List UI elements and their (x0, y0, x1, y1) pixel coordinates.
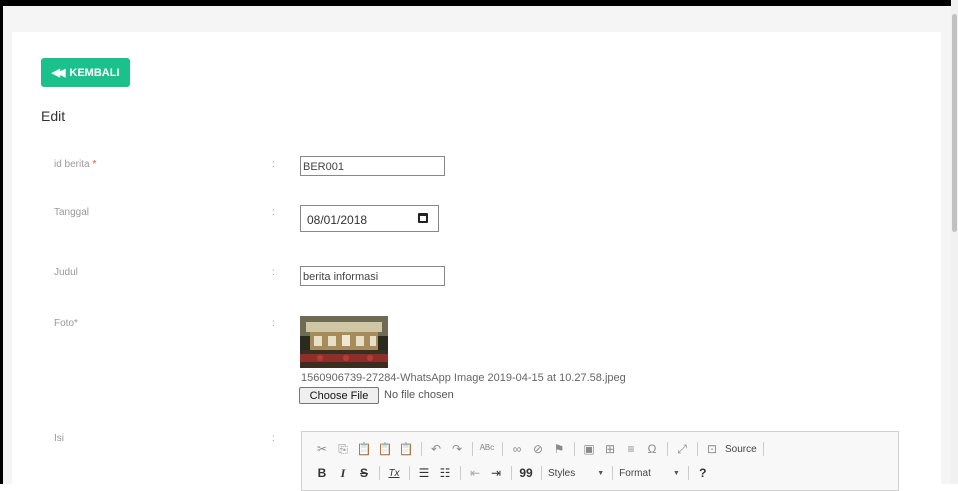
link-icon[interactable]: ∞ (509, 442, 525, 456)
bulleted-list-icon[interactable]: ☷ (437, 466, 453, 480)
source-icon: ⊡ (706, 442, 718, 456)
strikethrough-button[interactable]: S (356, 466, 372, 480)
undo-icon[interactable]: ↶ (428, 442, 444, 456)
indent-icon[interactable]: ⇥ (488, 466, 504, 480)
bold-button[interactable]: B (314, 466, 330, 480)
colon: : (272, 267, 275, 278)
editor-toolbar-row-2: B I S Tx ☰ ☷ ⇤ ⇥ 99 Styles ▼ Format ▼ ? (314, 464, 716, 482)
italic-button[interactable]: I (335, 466, 351, 481)
special-char-omega-icon[interactable]: Ω (644, 442, 660, 456)
tanggal-label: Tanggal (54, 207, 90, 218)
editor-toolbar-row-1: ✂ ⎘ 📋 📋 📋 ↶ ↷ ᴬᴮᶜ ∞ ⊘ ⚑ ▣ ⊞ ≡ Ω ⤢ ⊡ Sour… (314, 440, 770, 458)
back-button[interactable]: ◀◀ KEMBALI (41, 58, 130, 87)
rich-text-editor[interactable]: ✂ ⎘ 📋 📋 📋 ↶ ↷ ᴬᴮᶜ ∞ ⊘ ⚑ ▣ ⊞ ≡ Ω ⤢ ⊡ Sour… (301, 431, 899, 491)
id-berita-label: id berita * (54, 159, 97, 170)
cut-icon[interactable]: ✂ (314, 442, 330, 456)
judul-input[interactable]: berita informasi (300, 266, 445, 286)
id-berita-input[interactable]: BER001 (300, 156, 445, 176)
format-dropdown[interactable]: Format ▼ (619, 468, 680, 479)
chevron-down-icon: ▼ (597, 469, 605, 477)
chevron-down-icon: ▼ (672, 469, 680, 477)
horizontal-line-icon[interactable]: ≡ (623, 442, 639, 456)
paste-text-icon[interactable]: 📋 (377, 442, 393, 456)
image-icon[interactable]: ▣ (581, 442, 597, 456)
isi-label: Isi (54, 433, 64, 444)
spellcheck-icon[interactable]: ᴬᴮᶜ (479, 442, 495, 456)
paste-icon[interactable]: 📋 (356, 442, 372, 456)
form-card (12, 32, 941, 484)
foto-label: Foto* (54, 318, 78, 329)
tanggal-date-input[interactable]: 08/01/2018 (300, 205, 439, 232)
file-status-text: No file chosen (384, 389, 454, 401)
app-frame (0, 0, 958, 484)
page-title: Edit (41, 108, 66, 124)
copy-icon[interactable]: ⎘ (335, 442, 351, 457)
colon: : (272, 207, 275, 218)
calendar-icon[interactable] (418, 213, 428, 223)
help-button[interactable]: ? (695, 466, 711, 480)
unlink-icon[interactable]: ⊘ (530, 442, 546, 456)
tanggal-value: 08/01/2018 (307, 213, 368, 227)
blockquote-button[interactable]: 99 (518, 466, 534, 480)
judul-label: Judul (54, 267, 78, 278)
double-chevron-left-icon: ◀◀ (51, 67, 65, 79)
maximize-icon[interactable]: ⤢ (674, 442, 690, 457)
remove-format-button[interactable]: Tx (386, 468, 402, 479)
colon: : (272, 433, 275, 444)
scrollbar-thumb[interactable] (952, 14, 957, 232)
photo-thumbnail (300, 316, 388, 368)
choose-file-button[interactable]: Choose File (299, 387, 379, 404)
required-mark: * (92, 159, 97, 170)
colon: : (272, 318, 275, 329)
numbered-list-icon[interactable]: ☰ (416, 466, 432, 480)
back-button-label: KEMBALI (69, 66, 120, 79)
styles-dropdown[interactable]: Styles ▼ (548, 468, 604, 479)
anchor-flag-icon[interactable]: ⚑ (551, 442, 567, 456)
source-button[interactable]: Source (725, 444, 757, 455)
colon: : (272, 159, 275, 170)
redo-icon[interactable]: ↷ (449, 442, 465, 456)
current-photo-filename: 1560906739-27284-WhatsApp Image 2019-04-… (301, 372, 626, 384)
paste-word-icon[interactable]: 📋 (398, 442, 414, 456)
table-icon[interactable]: ⊞ (602, 442, 618, 456)
outdent-icon[interactable]: ⇤ (467, 466, 483, 480)
